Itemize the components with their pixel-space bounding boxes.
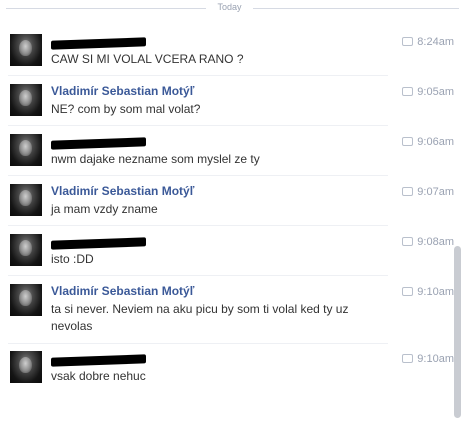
message-time: 8:24am: [402, 36, 454, 48]
message-text: ta si never. Neviem na aku picu by som t…: [51, 302, 349, 333]
sender-name[interactable]: Vladimír Sebastian Motýľ: [51, 184, 194, 198]
message-time: 9:08am: [402, 236, 454, 248]
message-text: isto :DD: [51, 252, 94, 266]
message-text: nwm dajake nezname som myslel ze ty: [51, 152, 260, 166]
sender-name[interactable]: Vladimír Sebastian Motýľ: [51, 84, 194, 98]
avatar[interactable]: [10, 34, 42, 66]
sender-name-redacted: [51, 354, 146, 367]
message-bubble-icon: [402, 86, 414, 96]
message-text: NE? com by som mal volat?: [51, 102, 201, 116]
avatar[interactable]: [10, 84, 42, 116]
avatar[interactable]: [10, 351, 42, 383]
sender-name-redacted: [51, 37, 146, 50]
message-bubble-icon: [402, 136, 414, 146]
message-separator: [8, 75, 388, 76]
sender-name[interactable]: Vladimír Sebastian Motýľ: [51, 284, 194, 298]
message-bubble-icon: [402, 36, 414, 46]
message-separator: [8, 125, 388, 126]
message-time: 9:07am: [402, 186, 454, 198]
message-separator: [8, 343, 388, 344]
message-separator: [8, 175, 388, 176]
avatar[interactable]: [10, 234, 42, 266]
message-time: 9:10am: [402, 353, 454, 365]
message-time: 9:06am: [402, 136, 454, 148]
message-separator: [8, 275, 388, 276]
message-text: CAW SI MI VOLAL VCERA RANO ?: [51, 52, 244, 66]
message-bubble-icon: [402, 186, 414, 196]
message-bubble-icon: [402, 286, 414, 296]
date-divider-label: Today: [217, 2, 242, 12]
scrollbar-thumb[interactable]: [454, 246, 461, 418]
message-text: ja mam vzdy zname: [51, 202, 158, 216]
date-divider: Today: [0, 2, 464, 12]
avatar[interactable]: [10, 284, 42, 316]
avatar[interactable]: [10, 134, 42, 166]
message-bubble-icon: [402, 353, 414, 363]
divider-line-left: [6, 8, 206, 9]
message-time: 9:05am: [402, 86, 454, 98]
message-text: vsak dobre nehuc: [51, 369, 146, 383]
message-bubble-icon: [402, 236, 414, 246]
message-separator: [8, 225, 388, 226]
avatar[interactable]: [10, 184, 42, 216]
sender-name-redacted: [51, 237, 146, 250]
sender-name-redacted: [51, 137, 146, 150]
message-time: 9:10am: [402, 286, 454, 298]
divider-line-right: [253, 8, 459, 9]
